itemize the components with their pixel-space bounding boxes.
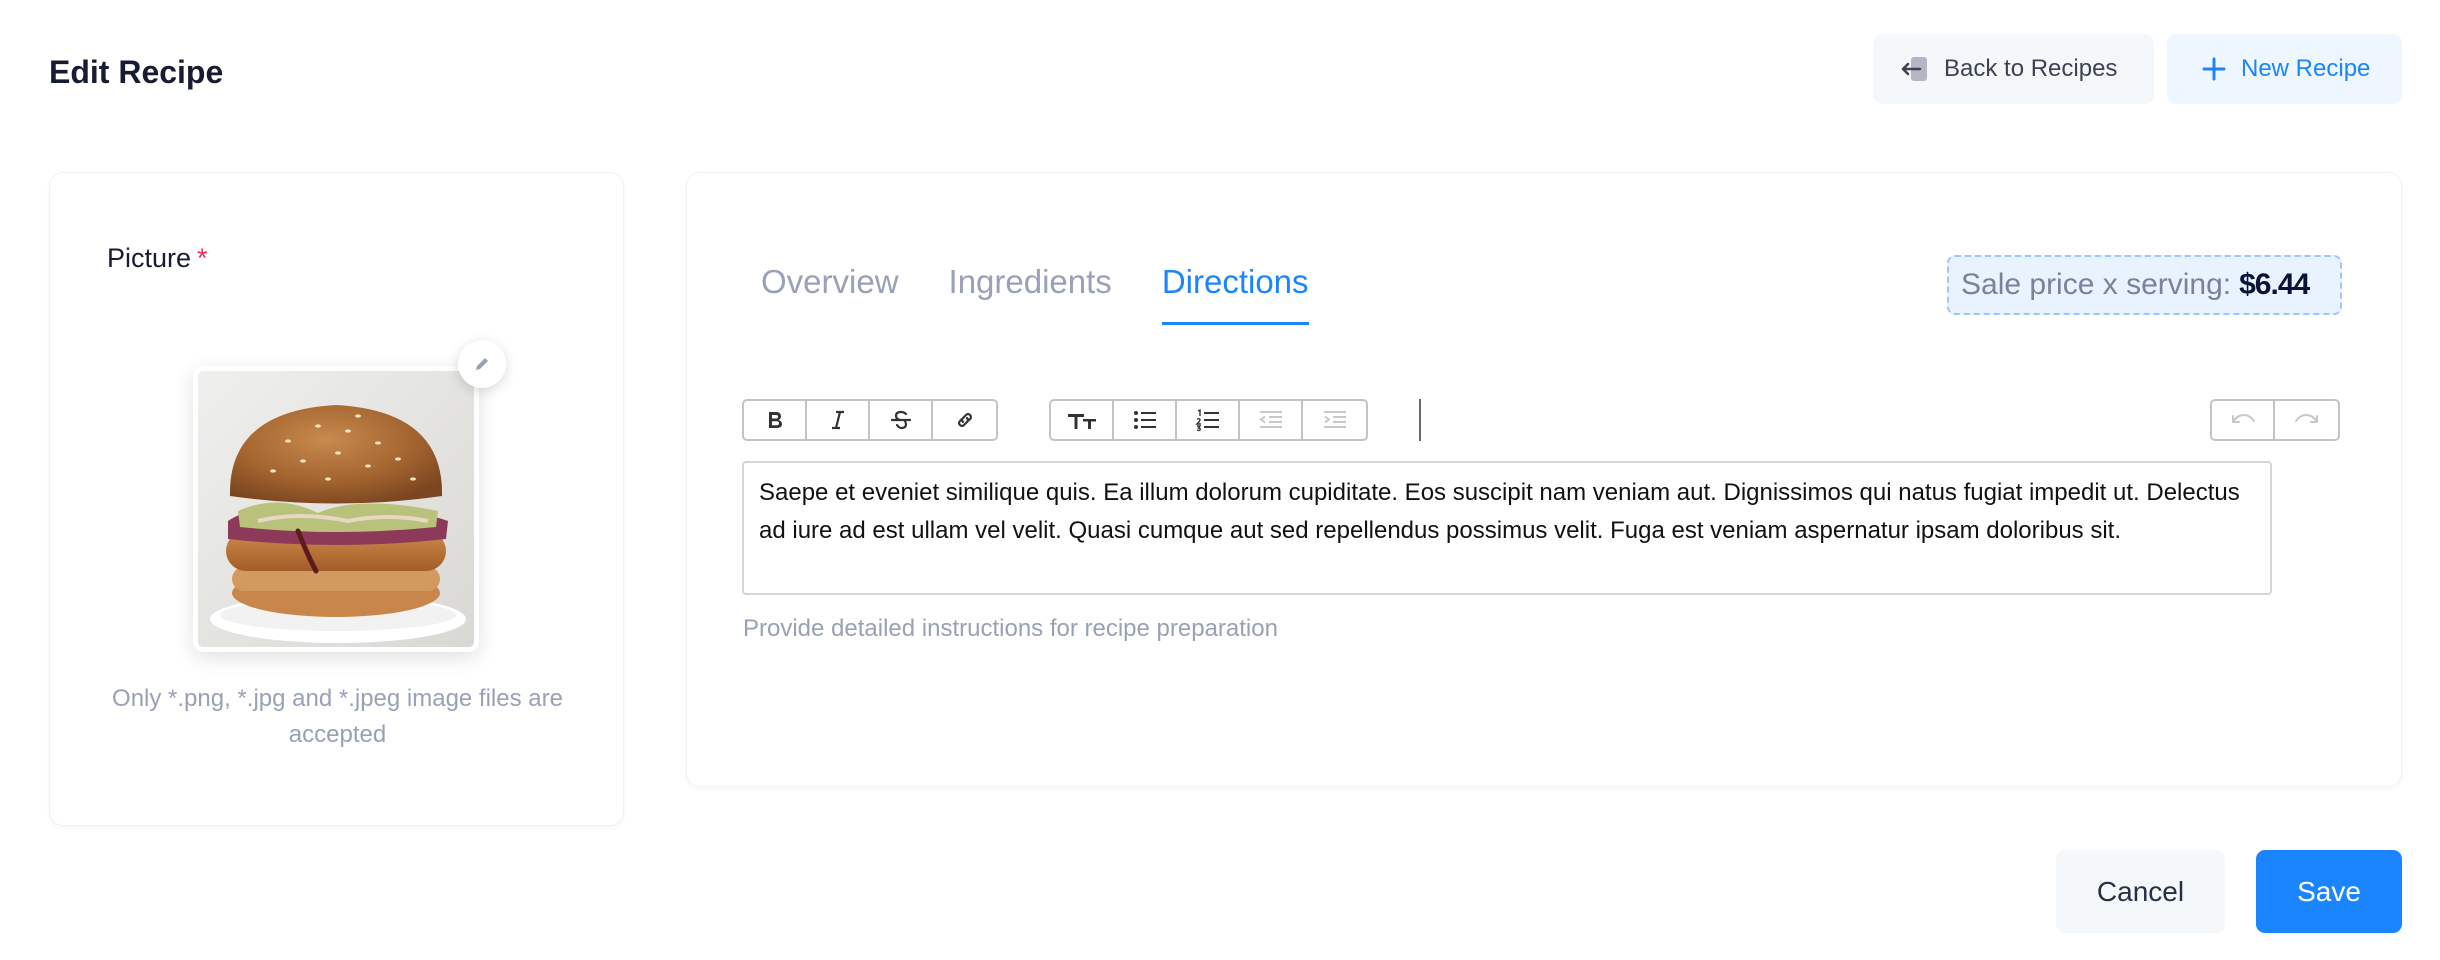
outdent-button[interactable] bbox=[1240, 401, 1303, 439]
back-to-recipes-label: Back to Recipes bbox=[1944, 55, 2118, 82]
burger-image bbox=[198, 371, 474, 647]
tab-directions[interactable]: Directions bbox=[1161, 257, 1309, 325]
undo-button[interactable] bbox=[2212, 401, 2275, 439]
picture-card: Picture * Only *.png, *.jpg and *.jpeg i… bbox=[49, 172, 624, 826]
recipe-details-card: Overview Ingredients Directions Sale pri… bbox=[686, 172, 2402, 787]
picture-label-text: Picture bbox=[107, 243, 192, 273]
numbered-list-button[interactable] bbox=[1177, 401, 1240, 439]
required-mark: * bbox=[197, 243, 208, 273]
directions-editor[interactable]: Saepe et eveniet similique quis. Ea illu… bbox=[742, 461, 2272, 595]
outdent-icon bbox=[1258, 411, 1282, 428]
back-to-recipes-button[interactable]: Back to Recipes bbox=[1873, 34, 2154, 104]
undo-icon bbox=[2231, 413, 2255, 423]
history-toolbar bbox=[2210, 399, 2340, 441]
picture-label: Picture * bbox=[107, 243, 208, 274]
text-size-icon bbox=[1067, 414, 1096, 429]
sale-price-badge: Sale price x serving: $6.44 bbox=[1947, 255, 2342, 315]
directions-help-text: Provide detailed instructions for recipe… bbox=[743, 615, 1278, 642]
italic-button[interactable] bbox=[807, 401, 870, 439]
redo-icon bbox=[2294, 413, 2318, 423]
edit-picture-button[interactable] bbox=[458, 340, 506, 388]
text-size-button[interactable] bbox=[1051, 401, 1114, 439]
redo-button[interactable] bbox=[2275, 401, 2338, 439]
recipe-tabs: Overview Ingredients Directions bbox=[761, 257, 1359, 325]
bullet-list-button[interactable] bbox=[1114, 401, 1177, 439]
recipe-image[interactable] bbox=[193, 366, 479, 652]
link-icon bbox=[957, 412, 972, 428]
save-button[interactable]: Save bbox=[2256, 850, 2402, 933]
tab-ingredients[interactable]: Ingredients bbox=[949, 257, 1112, 325]
sale-price-value: $6.44 bbox=[2239, 268, 2310, 301]
link-button[interactable] bbox=[933, 401, 996, 439]
toolbar-divider bbox=[1419, 399, 1421, 441]
new-recipe-label: New Recipe bbox=[2241, 55, 2371, 82]
back-arrow-icon bbox=[1901, 57, 1927, 81]
numbered-list-icon bbox=[1194, 408, 1219, 432]
page-title: Edit Recipe bbox=[49, 54, 224, 90]
strikethrough-button[interactable] bbox=[870, 401, 933, 439]
strikethrough-icon bbox=[890, 410, 911, 430]
file-type-hint: Only *.png, *.jpg and *.jpeg image files… bbox=[112, 685, 563, 748]
indent-button[interactable] bbox=[1303, 401, 1366, 439]
new-recipe-button[interactable]: New Recipe bbox=[2167, 34, 2402, 104]
tab-overview[interactable]: Overview bbox=[761, 257, 899, 325]
sale-price-label: Sale price x serving: bbox=[1961, 268, 2232, 301]
recipe-edit-page: Edit Recipe Back to Recipes New Recipe P… bbox=[0, 0, 2440, 960]
format-toolbar bbox=[742, 399, 998, 441]
block-toolbar bbox=[1049, 399, 1368, 441]
bold-button[interactable] bbox=[744, 401, 807, 439]
cancel-button[interactable]: Cancel bbox=[2056, 850, 2225, 933]
pencil-icon bbox=[476, 358, 488, 370]
italic-icon bbox=[831, 410, 844, 430]
bold-icon bbox=[768, 412, 782, 428]
indent-icon bbox=[1323, 411, 1346, 428]
plus-icon bbox=[2202, 57, 2226, 81]
bullet-list-icon bbox=[1133, 411, 1156, 429]
